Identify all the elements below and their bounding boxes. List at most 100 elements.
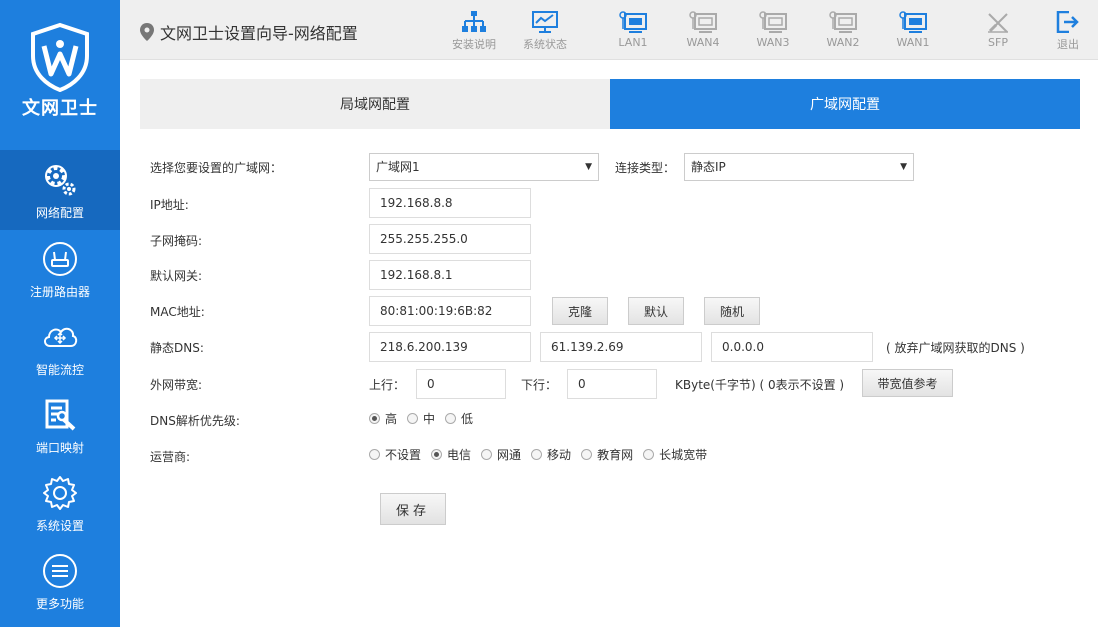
mask-label: 子网掩码: [150, 234, 203, 248]
downstream-label: 下行： [521, 378, 558, 392]
clone-mac-button[interactable]: 克隆 [552, 297, 608, 325]
dropdown-arrow-icon: ▼ [900, 162, 907, 172]
menu-lines-icon [40, 551, 80, 591]
isp-education[interactable]: 教育网 [581, 446, 633, 463]
conn-type-value: 静态IP [691, 160, 726, 174]
radio-dot[interactable] [643, 449, 655, 460]
sfp-icon [986, 10, 1010, 34]
radio-dot[interactable] [407, 413, 419, 424]
dns-priority-label: DNS解析优先级: [150, 414, 240, 428]
downstream-input[interactable] [567, 369, 657, 399]
shield-w-logo-icon [31, 22, 89, 92]
mask-input[interactable] [369, 224, 531, 254]
toolbar-system-status[interactable]: 系统状态 [515, 10, 575, 52]
radio-dot[interactable] [581, 449, 593, 460]
dns-priority-high[interactable]: 高 [369, 410, 397, 427]
radio-dot[interactable] [481, 449, 493, 460]
document-wrench-icon [40, 395, 80, 435]
sidebar-item-label: 网络配置 [35, 205, 84, 220]
port-active-icon [899, 10, 927, 34]
cloud-arrows-icon [40, 317, 80, 357]
bandwidth-unit: KByte(千字节) ( 0表示不设置 ) [675, 378, 845, 392]
mac-input[interactable] [369, 296, 531, 326]
wan-select-label: 选择您要设置的广域网： [150, 161, 283, 175]
toolbar-port-wan3[interactable]: WAN3 [743, 10, 803, 49]
toolbar-port-wan4[interactable]: WAN4 [673, 10, 733, 49]
router-icon [40, 239, 80, 279]
conn-type-label: 连接类型： [615, 161, 676, 175]
random-mac-button[interactable]: 随机 [704, 297, 760, 325]
dns-priority-radio-group: 高 中 低 [369, 410, 483, 427]
ip-label: IP地址: [150, 198, 189, 212]
sidebar-item-label: 智能流控 [35, 362, 84, 377]
tab-lan-config[interactable]: 局域网配置 [140, 79, 610, 129]
dns-label: 静态DNS: [150, 341, 204, 355]
isp-mobile[interactable]: 移动 [531, 446, 571, 463]
bandwidth-reference-button[interactable]: 带宽值参考 [862, 369, 953, 397]
location-pin-icon [140, 23, 154, 41]
save-button[interactable]: 保存 [380, 493, 446, 525]
dns-note: ( 放弃广域网获取的DNS ) [886, 341, 1025, 355]
port-inactive-icon [759, 10, 787, 34]
port-inactive-icon [689, 10, 717, 34]
sidebar-item-label: 端口映射 [35, 440, 84, 455]
radio-dot[interactable] [531, 449, 543, 460]
isp-telecom[interactable]: 电信 [431, 446, 471, 463]
logo: 文网卫士 [0, 0, 120, 150]
isp-radio-group: 不设置 电信 网通 移动 教育网 长城宽带 [369, 446, 717, 463]
sidebar-item-port-mapping[interactable]: 端口映射 [0, 386, 120, 464]
gear-icon [40, 473, 80, 513]
sidebar-item-label: 注册路由器 [29, 284, 90, 299]
gateway-input[interactable] [369, 260, 531, 290]
isp-label: 运营商: [150, 450, 191, 464]
monitor-chart-icon [532, 10, 558, 34]
toolbar-port-lan1[interactable]: LAN1 [603, 10, 663, 49]
upstream-input[interactable] [416, 369, 506, 399]
bandwidth-label: 外网带宽: [150, 378, 203, 392]
sidebar-item-register-router[interactable]: 注册路由器 [0, 230, 120, 308]
dns3-input[interactable] [711, 332, 873, 362]
sidebar-item-smart-flow[interactable]: 智能流控 [0, 308, 120, 386]
toolbar-port-wan2[interactable]: WAN2 [813, 10, 873, 49]
toolbar-port-wan1[interactable]: WAN1 [883, 10, 943, 49]
sidebar-item-more-functions[interactable]: 更多功能 [0, 542, 120, 620]
sidebar-item-system-settings[interactable]: 系统设置 [0, 464, 120, 542]
isp-netcom[interactable]: 网通 [481, 446, 521, 463]
logo-text: 文网卫士 [22, 98, 98, 119]
config-tabs: 局域网配置 广域网配置 [140, 79, 1080, 129]
wan-select-value: 广域网1 [376, 160, 420, 174]
mac-label: MAC地址: [150, 305, 205, 319]
sidebar-item-label: 更多功能 [35, 596, 84, 611]
wan-select[interactable]: 广域网1 ▼ [369, 153, 599, 181]
port-active-icon [619, 10, 647, 34]
dns1-input[interactable] [369, 332, 531, 362]
ip-input[interactable] [369, 188, 531, 218]
upstream-label: 上行： [369, 378, 406, 392]
isp-great-wall[interactable]: 长城宽带 [643, 446, 707, 463]
isp-none[interactable]: 不设置 [369, 446, 421, 463]
port-inactive-icon [829, 10, 857, 34]
toolbar-install-guide[interactable]: 安装说明 [444, 10, 504, 52]
logout-icon [1056, 10, 1080, 34]
sidebar-item-label: 系统设置 [35, 518, 84, 533]
page-title: 文网卫士设置向导-网络配置 [140, 20, 358, 44]
page-title-text: 文网卫士设置向导-网络配置 [160, 24, 358, 43]
conn-type-select[interactable]: 静态IP ▼ [684, 153, 914, 181]
sidebar-item-network-config[interactable]: 网络配置 [0, 150, 120, 230]
gateway-label: 默认网关: [150, 269, 203, 283]
dns-priority-low[interactable]: 低 [445, 410, 473, 427]
radio-dot[interactable] [445, 413, 457, 424]
network-tree-icon [462, 10, 486, 34]
toolbar-port-sfp[interactable]: SFP [968, 10, 1028, 49]
dns2-input[interactable] [540, 332, 702, 362]
sidebar: 文网卫士 网络配置 注册路由器 智能流控 端口映射 系统设置 更多功能 [0, 0, 120, 627]
dropdown-arrow-icon: ▼ [585, 162, 592, 172]
toolbar-logout[interactable]: 退出 [1038, 10, 1098, 52]
default-mac-button[interactable]: 默认 [628, 297, 684, 325]
gears-icon [40, 160, 80, 200]
dns-priority-medium[interactable]: 中 [407, 410, 435, 427]
radio-dot[interactable] [369, 449, 380, 460]
tab-wan-config[interactable]: 广域网配置 [610, 79, 1080, 129]
radio-dot[interactable] [431, 449, 443, 460]
radio-dot[interactable] [369, 413, 380, 424]
